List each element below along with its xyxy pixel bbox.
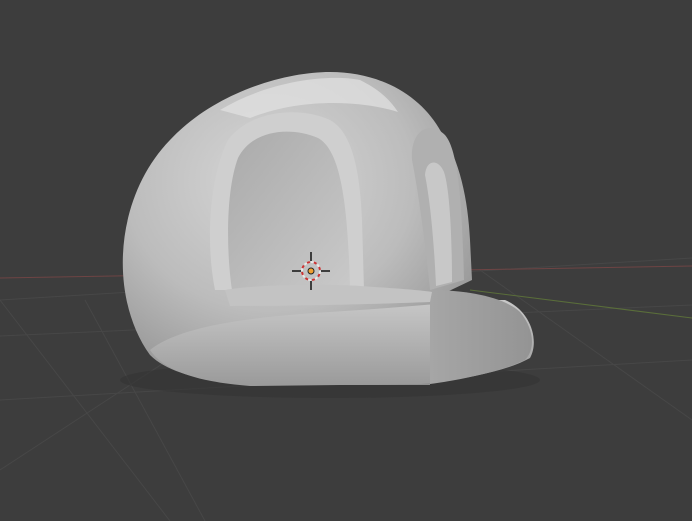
mesh-object[interactable]: [120, 72, 540, 398]
object-origin-icon: [307, 267, 315, 275]
3d-viewport[interactable]: [0, 0, 692, 521]
viewport-canvas: [0, 72, 692, 521]
